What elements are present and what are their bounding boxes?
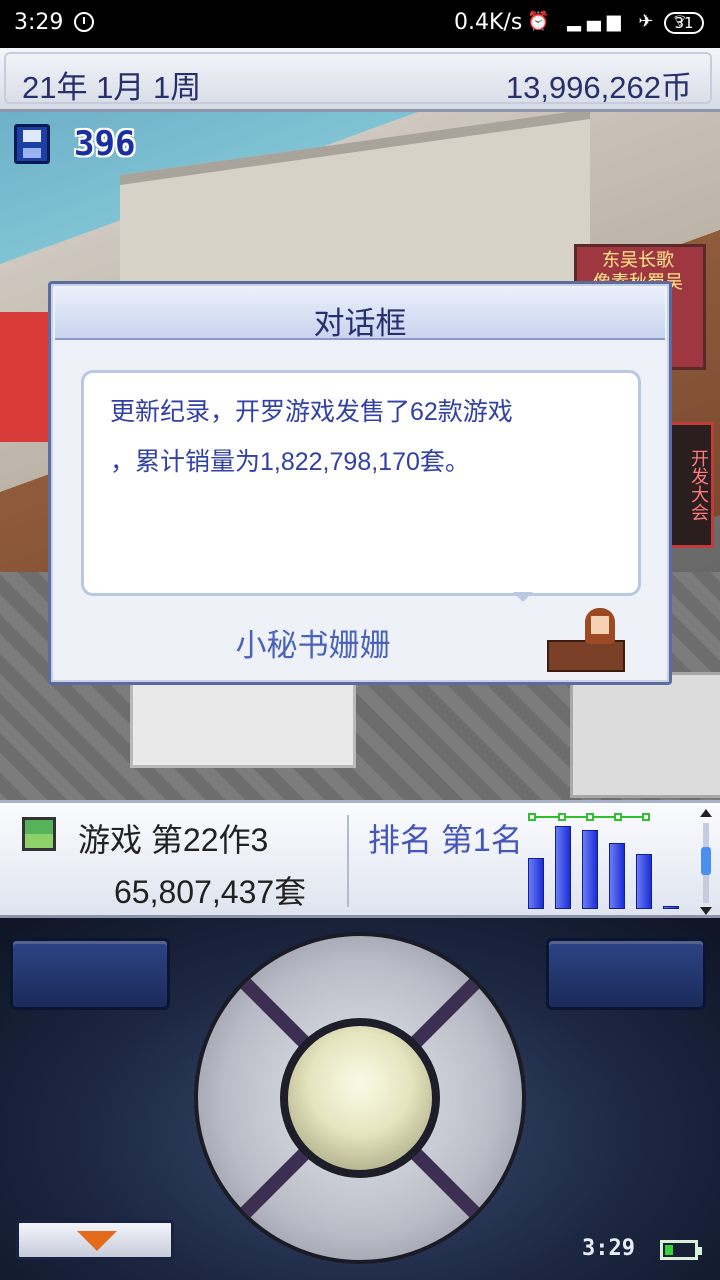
game-sales: 65,807,437套 xyxy=(114,874,307,910)
scroll-thumb[interactable] xyxy=(701,847,711,875)
dialog-message-box: 更新纪录，开罗游戏发售了62款游戏 ，累计销量为1,822,798,170套。 xyxy=(81,370,641,596)
dialog-header: 对话框 xyxy=(55,288,665,341)
trend-marker xyxy=(614,813,622,821)
control-pad: 3:29 xyxy=(0,918,720,1280)
research-points: 396 xyxy=(74,124,136,164)
office-desk xyxy=(130,682,356,768)
game-info-panel[interactable]: 游戏 第22作3 65,807,437套 排名 第1名 xyxy=(0,800,720,918)
panel-scrollbar[interactable] xyxy=(696,809,716,915)
trend-marker xyxy=(558,813,566,821)
left-shoulder-button[interactable] xyxy=(10,938,170,1010)
right-shoulder-button[interactable] xyxy=(546,938,706,1010)
sales-bar xyxy=(528,858,544,909)
dialog-message-line2: ，累计销量为1,822,798,170套。 xyxy=(110,448,470,476)
game-title: 游戏 第22作3 xyxy=(78,822,269,858)
dialog-message-line1: 更新纪录，开罗游戏发售了62款游戏 xyxy=(110,398,513,426)
sales-bar xyxy=(555,826,571,909)
battery-tip xyxy=(698,1247,702,1255)
sales-bar xyxy=(582,830,598,909)
sales-bar xyxy=(663,906,679,909)
secretary-avatar xyxy=(547,608,625,672)
network-speed: 0.4K/s xyxy=(454,10,523,35)
top-info-bar: 21年 1月 1周 13,996,262币 xyxy=(0,48,720,112)
direction-pad[interactable] xyxy=(194,932,526,1264)
battery-icon: 31 xyxy=(664,12,704,34)
money-counter: 13,996,262币 xyxy=(505,70,692,105)
secretary-face xyxy=(591,616,609,634)
status-time: 3:29 xyxy=(14,10,64,35)
sales-bar xyxy=(636,854,652,909)
device-battery-icon xyxy=(660,1240,702,1260)
battery-fill xyxy=(665,1245,673,1255)
game-clock: 3:29 xyxy=(582,1236,635,1261)
event-sign: 开发大会 xyxy=(668,422,714,548)
menu-toggle-button[interactable] xyxy=(16,1220,174,1260)
panel-divider xyxy=(347,815,349,907)
secretary-desk xyxy=(547,640,625,672)
scroll-down-icon[interactable] xyxy=(700,907,712,915)
game-date: 21年 1月 1周 xyxy=(22,70,202,105)
sales-chart xyxy=(522,813,684,909)
dialog-box[interactable]: 对话框 更新纪录，开罗游戏发售了62款游戏 ，累计销量为1,822,798,17… xyxy=(48,281,672,685)
confirm-button[interactable] xyxy=(280,1018,440,1178)
sales-bar xyxy=(609,843,625,909)
status-bar: 3:29 0.4K/s ⏰ ▂▄▆ ✈ ⌔ 31 xyxy=(0,0,720,48)
scroll-up-icon[interactable] xyxy=(700,809,712,817)
trend-marker xyxy=(586,813,594,821)
game-rank: 排名 第1名 xyxy=(368,822,523,858)
dialog-speaker: 小秘书姗姗 xyxy=(235,628,391,663)
floppy-disk-icon[interactable] xyxy=(14,124,50,164)
trend-marker xyxy=(642,813,650,821)
sales-trend-line xyxy=(528,813,650,821)
speech-tail-icon xyxy=(513,592,533,602)
dialog-message: 更新纪录，开罗游戏发售了62款游戏 ，累计销量为1,822,798,170套。 xyxy=(110,387,620,487)
bookshelf xyxy=(570,672,720,798)
down-arrow-icon xyxy=(77,1231,117,1251)
vending-machine xyxy=(0,312,50,442)
stopwatch-icon xyxy=(74,12,94,32)
dialog-title: 对话框 xyxy=(313,306,407,341)
game-cartridge-icon xyxy=(22,817,56,851)
trend-marker xyxy=(528,813,536,821)
